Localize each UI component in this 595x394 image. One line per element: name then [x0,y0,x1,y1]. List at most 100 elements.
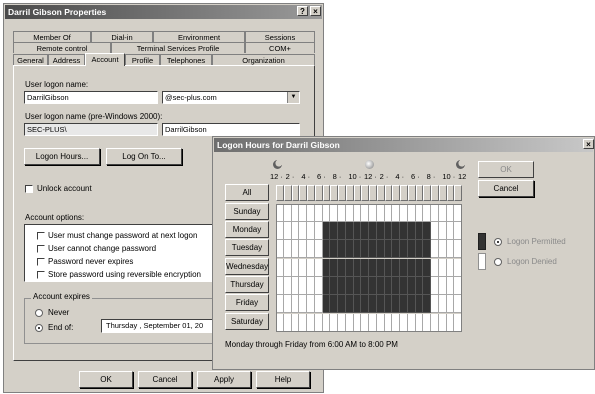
hour-cell[interactable] [276,222,284,240]
close-icon[interactable]: × [583,139,594,149]
domain-select[interactable]: @sec-plus.com ▼ [162,91,300,104]
hour-cell[interactable] [330,295,338,313]
hour-column-header[interactable] [384,185,393,201]
hour-cell[interactable] [307,259,315,277]
hour-cell[interactable] [322,240,331,258]
hour-cell[interactable] [454,240,462,258]
option-checkbox[interactable] [37,245,45,253]
hour-cell[interactable] [392,259,400,277]
day-button-tuesday[interactable]: Tuesday [225,239,269,256]
hour-column-header[interactable] [291,185,300,201]
hour-cell[interactable] [415,259,424,277]
hour-cell[interactable] [454,222,462,240]
unlock-account-checkbox[interactable] [25,185,33,193]
hour-cell[interactable] [314,259,323,277]
hour-column-header[interactable] [423,185,431,201]
hour-cell[interactable] [423,204,431,222]
hour-cell[interactable] [276,295,284,313]
hour-cell[interactable] [283,222,292,240]
hour-cell[interactable] [384,259,393,277]
hour-cell[interactable] [307,222,315,240]
hour-cell[interactable] [338,240,346,258]
hour-column-header[interactable] [376,185,385,201]
hour-cell[interactable] [314,204,323,222]
hour-cell[interactable] [438,204,447,222]
hour-cell[interactable] [438,222,447,240]
hour-cell[interactable] [431,314,439,332]
hour-cell[interactable] [307,240,315,258]
hour-cell[interactable] [283,277,292,295]
hour-cell[interactable] [330,277,338,295]
tab-organization[interactable]: Organization [212,54,315,65]
end-of-date-input[interactable]: Thursday , September 01, 20 [101,319,216,333]
hour-cell[interactable] [400,277,408,295]
hour-cell[interactable] [415,222,424,240]
hour-cell[interactable] [376,295,385,313]
hour-cell[interactable] [345,222,354,240]
ok-button[interactable]: OK [79,371,133,388]
hour-cell[interactable] [446,259,455,277]
tab-sessions[interactable]: Sessions [245,31,315,42]
hour-cell[interactable] [438,277,447,295]
hour-cell[interactable] [407,295,416,313]
hour-cell[interactable] [345,259,354,277]
option-checkbox[interactable] [37,258,45,266]
hour-cell[interactable] [415,295,424,313]
hour-cell[interactable] [376,240,385,258]
hour-cell[interactable] [446,314,455,332]
hour-cell[interactable] [454,295,462,313]
hour-cell[interactable] [423,295,431,313]
hour-cell[interactable] [345,240,354,258]
hour-cell[interactable] [400,222,408,240]
hour-column-header[interactable] [454,185,462,201]
hour-cell[interactable] [392,204,400,222]
hour-cell[interactable] [376,259,385,277]
option-checkbox[interactable] [37,232,45,240]
hour-cell[interactable] [392,314,400,332]
pre2000-name-input[interactable]: DarrilGibson [162,123,300,136]
hour-cell[interactable] [454,204,462,222]
hour-cell[interactable] [376,204,385,222]
hour-cell[interactable] [446,277,455,295]
hour-cell[interactable] [314,240,323,258]
hour-cell[interactable] [376,222,385,240]
hour-cell[interactable] [361,222,369,240]
hour-cell[interactable] [392,277,400,295]
hour-cell[interactable] [338,314,346,332]
hour-cell[interactable] [345,277,354,295]
day-button-saturday[interactable]: Saturday [225,313,269,330]
hour-cell[interactable] [407,277,416,295]
never-radio[interactable] [35,309,43,317]
hour-cell[interactable] [400,240,408,258]
hour-cell[interactable] [314,295,323,313]
hour-column-header[interactable] [438,185,447,201]
logon-name-input[interactable]: DarrilGibson [24,91,158,104]
hours-cancel-button[interactable]: Cancel [478,180,534,197]
hour-cell[interactable] [299,222,307,240]
hour-cell[interactable] [446,204,455,222]
hour-cell[interactable] [384,222,393,240]
hour-cell[interactable] [353,314,362,332]
hour-cell[interactable] [384,240,393,258]
hour-cell[interactable] [283,240,292,258]
hour-cell[interactable] [307,277,315,295]
hour-cell[interactable] [438,295,447,313]
hour-cell[interactable] [322,277,331,295]
hour-cell[interactable] [407,314,416,332]
hour-cell[interactable] [291,222,300,240]
hour-cell[interactable] [415,277,424,295]
hour-cell[interactable] [415,240,424,258]
hour-cell[interactable] [314,222,323,240]
hour-cell[interactable] [400,314,408,332]
hour-cell[interactable] [369,295,377,313]
hour-cell[interactable] [307,204,315,222]
option-checkbox[interactable] [37,271,45,279]
hour-cell[interactable] [353,240,362,258]
hour-cell[interactable] [353,222,362,240]
hour-cell[interactable] [276,314,284,332]
chevron-down-icon[interactable]: ▼ [287,92,299,103]
hour-cell[interactable] [276,204,284,222]
hour-cell[interactable] [353,259,362,277]
close-icon[interactable]: × [310,6,321,16]
tab-telephones[interactable]: Telephones [160,54,212,65]
